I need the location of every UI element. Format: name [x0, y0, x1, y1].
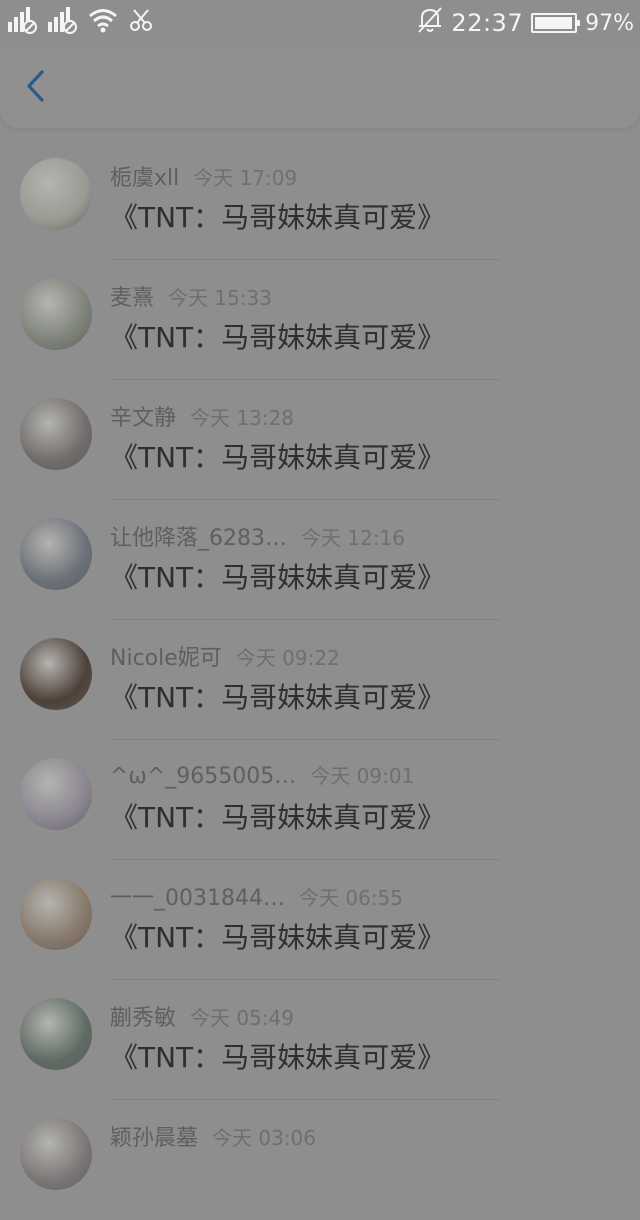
list-item[interactable]: 辛文静 今天 13:28 《TNT：马哥妹妹真可爱》 [0, 380, 640, 500]
signal-1-icon [8, 6, 38, 40]
list-item[interactable]: 让他降落_6283… 今天 12:16 《TNT：马哥妹妹真可爱》 [0, 500, 640, 620]
item-content: 《TNT：马哥妹妹真可爱》 [110, 441, 446, 474]
user-name[interactable]: 栀虞xll [110, 160, 179, 192]
item-meta: 让他降落_6283… 今天 12:16 [110, 520, 405, 552]
bell-off-icon [417, 6, 443, 40]
avatar[interactable] [20, 878, 92, 950]
item-time: 今天 09:22 [235, 646, 340, 670]
item-content: 《TNT：马哥妹妹真可爱》 [110, 561, 446, 594]
list-item[interactable]: 蒯秀敏 今天 05:49 《TNT：马哥妹妹真可爱》 [0, 980, 640, 1100]
avatar[interactable] [20, 1118, 92, 1190]
list-item[interactable]: 麦熹 今天 15:33 《TNT：马哥妹妹真可爱》 [0, 260, 640, 380]
chevron-left-icon [25, 69, 47, 107]
comment-list: 栀虞xll 今天 17:09 《TNT：马哥妹妹真可爱》 麦熹 今天 15:33… [0, 140, 640, 1220]
item-meta: 麦熹 今天 15:33 [110, 280, 273, 312]
list-item[interactable]: 颖孙晨墓 今天 03:06 [0, 1100, 640, 1220]
user-name[interactable]: 让他降落_6283… [110, 520, 287, 552]
status-time: 22:37 [451, 9, 524, 37]
list-item[interactable]: ^ω^_9655005… 今天 09:01 《TNT：马哥妹妹真可爱》 [0, 740, 640, 860]
item-meta: ^ω^_9655005… 今天 09:01 [110, 760, 414, 790]
item-time: 今天 06:55 [298, 886, 403, 910]
user-name[interactable]: 一一_0031844… [110, 880, 285, 912]
avatar[interactable] [20, 998, 92, 1070]
avatar[interactable] [20, 518, 92, 590]
item-meta: Nicole妮可 今天 09:22 [110, 640, 340, 672]
item-time: 今天 17:09 [193, 166, 298, 190]
item-content: 《TNT：马哥妹妹真可爱》 [110, 921, 446, 954]
avatar[interactable] [20, 758, 92, 830]
battery-icon [531, 13, 581, 33]
battery-percent: 97% [585, 10, 634, 36]
avatar[interactable] [20, 398, 92, 470]
signal-2-icon [48, 6, 78, 40]
item-content: 《TNT：马哥妹妹真可爱》 [110, 201, 446, 234]
item-meta: 辛文静 今天 13:28 [110, 400, 295, 432]
item-time: 今天 05:49 [190, 1006, 295, 1030]
item-content: 《TNT：马哥妹妹真可爱》 [110, 801, 446, 834]
item-time: 今天 03:06 [212, 1126, 317, 1150]
item-time: 今天 12:16 [301, 526, 405, 550]
user-name[interactable]: 颖孙晨墓 [110, 1120, 198, 1152]
status-bar: 22:37 97% [0, 0, 640, 48]
item-time: 今天 09:01 [310, 764, 415, 788]
user-name[interactable]: 麦熹 [110, 280, 154, 312]
avatar[interactable] [20, 158, 92, 230]
list-item[interactable]: 栀虞xll 今天 17:09 《TNT：马哥妹妹真可爱》 [0, 140, 640, 260]
top-nav-bar [0, 48, 640, 128]
item-meta: 栀虞xll 今天 17:09 [110, 160, 298, 192]
list-item[interactable]: Nicole妮可 今天 09:22 《TNT：马哥妹妹真可爱》 [0, 620, 640, 740]
item-content: 《TNT：马哥妹妹真可爱》 [110, 321, 446, 354]
wifi-icon [88, 7, 118, 39]
item-time: 今天 15:33 [168, 286, 273, 310]
back-button[interactable] [16, 66, 56, 110]
user-name[interactable]: ^ω^_9655005… [110, 764, 296, 789]
user-name[interactable]: Nicole妮可 [110, 640, 222, 672]
scissors-icon [128, 7, 154, 39]
item-meta: 蒯秀敏 今天 05:49 [110, 1000, 295, 1032]
item-content: 《TNT：马哥妹妹真可爱》 [110, 1041, 446, 1074]
item-meta: 一一_0031844… 今天 06:55 [110, 880, 403, 912]
item-meta: 颖孙晨墓 今天 03:06 [110, 1120, 317, 1152]
list-item[interactable]: 一一_0031844… 今天 06:55 《TNT：马哥妹妹真可爱》 [0, 860, 640, 980]
item-content: 《TNT：马哥妹妹真可爱》 [110, 681, 446, 714]
avatar[interactable] [20, 638, 92, 710]
avatar[interactable] [20, 278, 92, 350]
item-time: 今天 13:28 [190, 406, 295, 430]
user-name[interactable]: 蒯秀敏 [110, 1000, 176, 1032]
user-name[interactable]: 辛文静 [110, 400, 176, 432]
